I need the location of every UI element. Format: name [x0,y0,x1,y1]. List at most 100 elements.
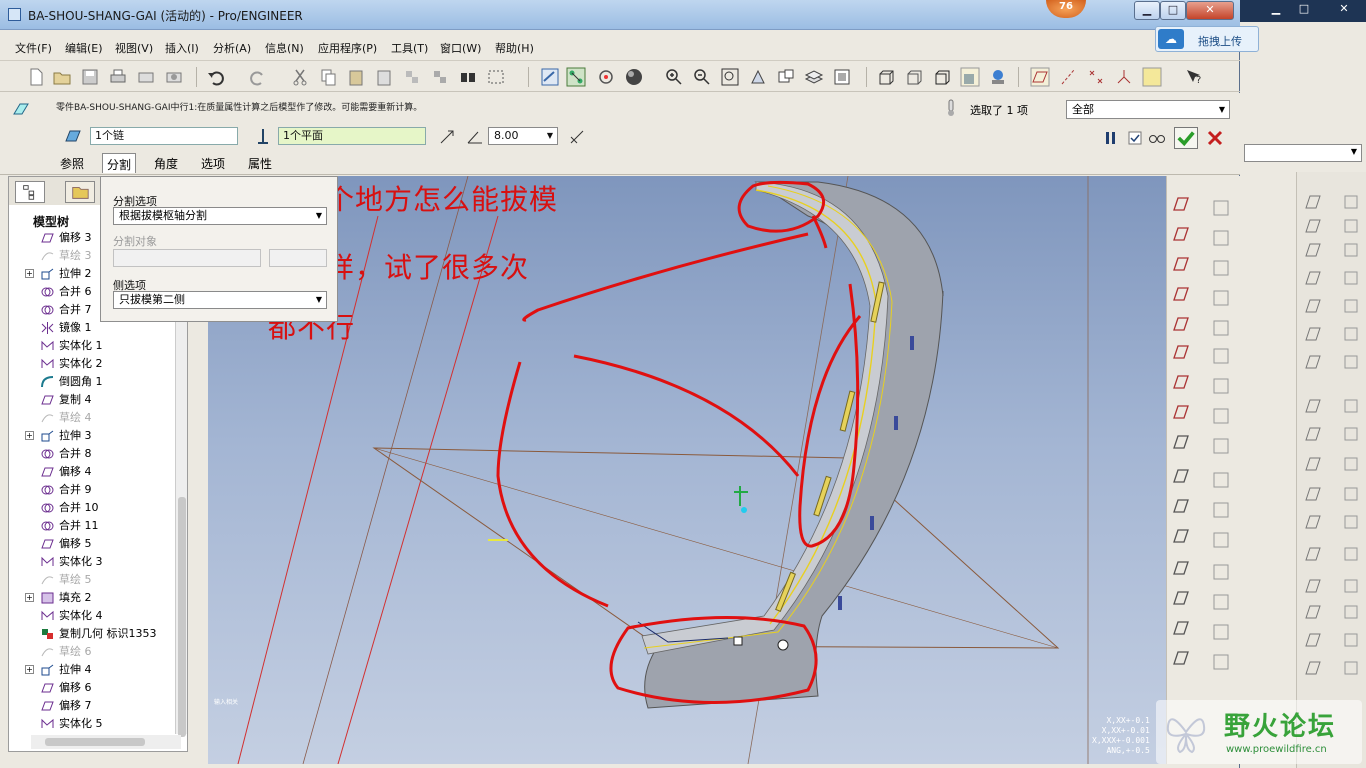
feature-tool-icon[interactable] [1211,470,1231,490]
round-tool-icon[interactable] [1171,558,1191,578]
background-window-combo[interactable]: ▼ [1244,144,1362,162]
feature-tool-icon[interactable] [1211,406,1231,426]
chevron-down-icon[interactable]: ▼ [1351,147,1357,156]
datum-planes-icon[interactable] [1030,67,1050,87]
tree-node[interactable]: + 填充 2 [9,589,175,607]
feature-tool-icon[interactable] [1211,198,1231,218]
feature-tool-icon[interactable] [1211,592,1231,612]
chamfer-tool-icon[interactable] [1171,588,1191,608]
feature-tool-icon[interactable] [1211,652,1231,672]
spin-center-icon[interactable] [566,67,586,87]
feature-tool-icon[interactable] [1341,544,1361,564]
menu-insert[interactable]: 插入(I) [165,40,199,56]
tab-properties[interactable]: 属性 [244,153,276,173]
find-icon[interactable] [458,67,478,87]
layers-icon[interactable] [804,67,824,87]
regenerate-icon[interactable] [402,67,422,87]
appearance-icon[interactable] [988,67,1008,87]
feature-tool-icon[interactable] [1303,576,1323,596]
sketcher-tool-icon[interactable] [1171,402,1191,422]
feature-tool-icon[interactable] [1303,268,1323,288]
tree-node[interactable]: 倒圆角 1 [9,373,175,391]
tree-node[interactable]: 草绘 5 [9,571,175,589]
expand-icon[interactable]: + [25,593,34,602]
tab-options[interactable]: 选项 [197,153,229,173]
maximize-button[interactable]: □ [1294,2,1314,16]
tree-node[interactable]: 复制 4 [9,391,175,409]
feature-tool-icon[interactable] [1341,324,1361,344]
menu-analysis[interactable]: 分析(A) [213,40,251,56]
menu-file[interactable]: 文件(F) [15,40,52,56]
extrude-tool-icon[interactable] [1171,618,1191,638]
expand-icon[interactable]: + [25,665,34,674]
paste-icon[interactable] [346,67,366,87]
close-button[interactable]: ✕ [1334,2,1354,16]
feature-tool-icon[interactable] [1341,630,1361,650]
wireframe-icon[interactable] [876,67,896,87]
curve-tool-icon[interactable] [1171,284,1191,304]
feature-tool-icon[interactable] [1211,622,1231,642]
feature-tool-icon[interactable] [1211,228,1231,248]
tree-node[interactable]: 偏移 7 [9,697,175,715]
tree-node[interactable]: 实体化 3 [9,553,175,571]
feature-tool-icon[interactable] [1211,318,1231,338]
preview-checkbox-icon[interactable] [1126,129,1144,147]
plane-tool-icon[interactable] [1171,224,1191,244]
feature-tool-icon[interactable] [1211,436,1231,456]
feature-tool-icon[interactable] [1211,258,1231,278]
tree-node[interactable]: 偏移 6 [9,679,175,697]
save-icon[interactable] [80,67,100,87]
scroll-thumb[interactable] [45,738,145,746]
graphics-viewport[interactable]: 这三个地方怎么能拔模 都一样，试了很多次 都不行 [208,176,1166,764]
feature-tool-icon[interactable] [1341,396,1361,416]
tree-node[interactable]: 草绘 4 [9,409,175,427]
tree-node[interactable]: 偏移 5 [9,535,175,553]
feature-tool-icon[interactable] [1341,192,1361,212]
annotation-display-icon[interactable] [1142,67,1162,87]
feature-tool-icon[interactable] [1341,352,1361,372]
feature-tool-icon[interactable] [1303,424,1323,444]
feature-tool-icon[interactable] [1303,484,1323,504]
send-link-icon[interactable] [164,67,184,87]
expand-icon[interactable]: + [25,269,34,278]
shaded-icon[interactable] [960,67,980,87]
datum-points-icon[interactable] [1086,67,1106,87]
copy-icon[interactable] [318,67,338,87]
menu-help[interactable]: 帮助(H) [495,40,534,56]
shading-sphere-icon[interactable] [624,67,644,87]
zoom-out-icon[interactable] [692,67,712,87]
feature-tool-icon[interactable] [1211,562,1231,582]
redo-icon[interactable] [248,67,268,87]
feature-tool-icon[interactable] [1341,296,1361,316]
new-file-icon[interactable] [26,67,46,87]
view-manager-icon[interactable] [832,67,852,87]
feature-tool-icon[interactable] [1341,576,1361,596]
chevron-down-icon[interactable]: ▼ [316,208,322,224]
menu-window[interactable]: 窗口(W) [440,40,481,56]
maximize-button[interactable]: □ [1160,1,1186,20]
regen-manager-icon[interactable] [430,67,450,87]
undo-icon[interactable] [206,67,226,87]
feature-tool-icon[interactable] [1341,512,1361,532]
redraw-icon[interactable] [540,67,560,87]
feature-tool-icon[interactable] [1341,268,1361,288]
accept-check-icon[interactable] [1174,127,1198,149]
menu-applications[interactable]: 应用程序(P) [318,40,377,56]
chevron-down-icon[interactable]: ▼ [1219,101,1225,118]
reorient-icon[interactable] [748,67,768,87]
feature-tool-icon[interactable] [1211,500,1231,520]
model-tree-tab[interactable] [15,181,45,203]
hole-tool-icon[interactable] [1171,432,1191,452]
feature-tool-icon[interactable] [1211,346,1231,366]
paste-special-icon[interactable] [374,67,394,87]
notification-badge[interactable]: 76 [1046,0,1086,18]
tree-node[interactable]: 实体化 5 [9,715,175,733]
pause-icon[interactable] [1102,129,1120,147]
chevron-down-icon[interactable]: ▼ [316,292,322,308]
select-box-icon[interactable] [486,67,506,87]
saved-views-icon[interactable] [776,67,796,87]
draft-angle-input[interactable]: 8.00 ▼ [488,127,558,145]
tree-node[interactable]: 实体化 1 [9,337,175,355]
no-hidden-icon[interactable] [932,67,952,87]
draft-tool-icon[interactable] [1171,526,1191,546]
